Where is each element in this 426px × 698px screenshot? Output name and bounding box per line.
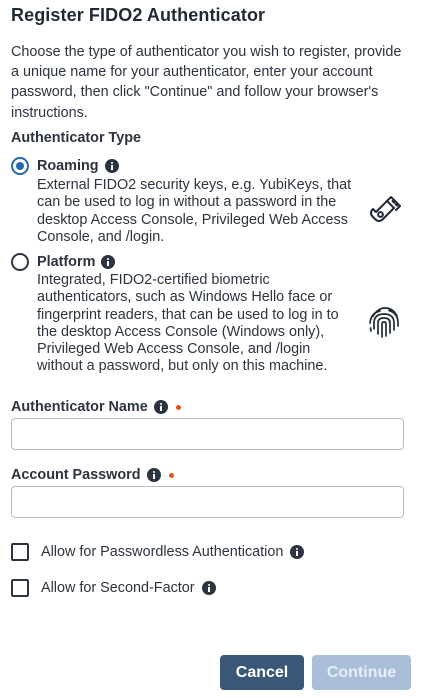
platform-option[interactable]: Platform — [37, 254, 116, 270]
authenticator-name-label-text: Authenticator Name — [11, 399, 148, 415]
passwordless-label: Allow for Passwordless Authentication — [41, 544, 284, 560]
platform-desc-line: authenticators, such as Windows Hello fa… — [37, 289, 333, 306]
second-factor-checkbox[interactable] — [11, 579, 29, 597]
info-icon[interactable] — [104, 159, 119, 173]
required-indicator — [175, 404, 181, 410]
roaming-label: Roaming — [37, 158, 99, 174]
info-icon[interactable] — [101, 255, 116, 269]
roaming-desc-line: desktop Access Console, Privileged Web A… — [37, 211, 348, 228]
info-icon[interactable] — [290, 545, 305, 559]
dialog-title: Register FIDO2 Authenticator — [11, 5, 266, 25]
fingerprint-icon — [369, 307, 399, 338]
account-password-input[interactable] — [11, 486, 404, 518]
platform-desc-line: without a password, but only on this mac… — [37, 358, 328, 375]
roaming-desc-line: External FIDO2 security keys, e.g. YubiK… — [37, 177, 352, 193]
authenticator-type-label: Authenticator Type — [11, 130, 142, 146]
required-indicator — [168, 472, 174, 478]
intro-text: Choose the type of authenticator you wis… — [11, 44, 402, 121]
info-icon[interactable] — [146, 468, 161, 482]
platform-desc-line: fingerprint readers, that can be used to… — [37, 306, 339, 323]
info-icon[interactable] — [201, 581, 216, 595]
roaming-desc-line: can be used to log in without a password… — [37, 194, 337, 211]
roaming-desc-line: Console, and /login. — [37, 228, 165, 245]
roaming-radio[interactable] — [11, 157, 29, 175]
platform-description: Integrated, FIDO2-certified biometric au… — [37, 272, 339, 376]
authenticator-name-input[interactable] — [11, 418, 404, 450]
platform-desc-line: the desktop Access Console (Windows only… — [37, 323, 325, 340]
account-password-label-text: Account Password — [11, 467, 141, 483]
info-icon[interactable] — [153, 400, 168, 414]
roaming-description: External FIDO2 security keys, e.g. YubiK… — [37, 177, 351, 246]
authenticator-name-label: Authenticator Name — [11, 399, 181, 415]
platform-label: Platform — [37, 254, 96, 270]
second-factor-label: Allow for Second-Factor — [41, 580, 195, 596]
platform-radio[interactable] — [11, 253, 29, 271]
passwordless-option[interactable]: Allow for Passwordless Authentication — [41, 544, 305, 560]
continue-button[interactable]: Continue — [312, 655, 411, 690]
usb-key-icon — [370, 196, 401, 222]
cancel-button[interactable]: Cancel — [220, 655, 304, 690]
platform-desc-line: Integrated, FIDO2-certified biometric — [37, 272, 270, 288]
account-password-label: Account Password — [11, 467, 174, 483]
second-factor-option[interactable]: Allow for Second-Factor — [41, 580, 216, 596]
passwordless-checkbox[interactable] — [11, 543, 29, 561]
platform-desc-line: Privileged Web Access Console, and /logi… — [37, 341, 311, 358]
roaming-option[interactable]: Roaming — [37, 158, 119, 174]
register-fido2-dialog: Register FIDO2 Authenticator Choose the … — [0, 0, 426, 698]
